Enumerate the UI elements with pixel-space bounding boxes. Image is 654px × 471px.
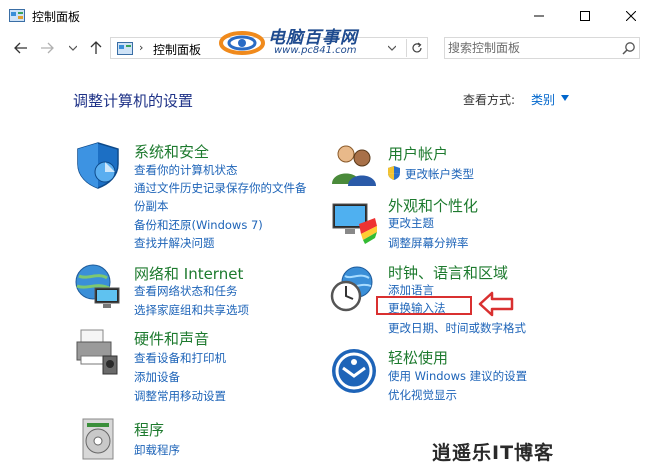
forward-button[interactable] xyxy=(36,38,58,58)
control-panel-icon xyxy=(9,9,25,22)
category-title-clock-region[interactable]: 时钟、语言和区域 xyxy=(388,262,508,283)
search-icon[interactable] xyxy=(621,41,637,57)
link-file-history-cont[interactable]: 份副本 xyxy=(134,198,169,214)
site-watermark-logo: 电脑百事网 www.pc841.com xyxy=(218,23,388,61)
category-title-system-security[interactable]: 系统和安全 xyxy=(134,141,209,162)
refresh-icon xyxy=(412,42,422,53)
ease-of-access-icon[interactable] xyxy=(329,346,379,396)
monitor-palette-icon[interactable] xyxy=(329,196,379,246)
link-change-account-type[interactable]: 更改帐户类型 xyxy=(405,166,474,182)
uac-shield-icon xyxy=(388,166,400,180)
link-add-device[interactable]: 添加设备 xyxy=(134,369,180,385)
maximize-button[interactable] xyxy=(562,0,608,31)
control-panel-icon xyxy=(117,42,133,55)
view-by-dropdown[interactable]: 类别 xyxy=(531,91,555,108)
close-button[interactable] xyxy=(608,0,654,31)
back-button[interactable] xyxy=(10,38,32,58)
link-uninstall-program[interactable]: 卸载程序 xyxy=(134,442,180,458)
search-box[interactable] xyxy=(444,37,640,59)
clock-globe-icon[interactable] xyxy=(329,264,379,314)
link-optimize-visual[interactable]: 优化视觉显示 xyxy=(388,387,457,403)
maximize-icon xyxy=(580,10,590,21)
category-title-programs[interactable]: 程序 xyxy=(134,419,164,440)
link-recommended-settings[interactable]: 使用 Windows 建议的设置 xyxy=(388,368,527,384)
blog-watermark-text: 逍遥乐IT博客 xyxy=(432,442,555,464)
page-title: 调整计算机的设置 xyxy=(73,92,194,110)
link-view-computer-status[interactable]: 查看你的计算机状态 xyxy=(134,162,238,178)
link-date-time-format[interactable]: 更改日期、时间或数字格式 xyxy=(388,320,526,336)
category-title-user-accounts[interactable]: 用户帐户 xyxy=(388,143,448,164)
link-screen-resolution[interactable]: 调整屏幕分辨率 xyxy=(388,235,469,251)
arrow-left-icon xyxy=(14,42,27,54)
category-title-appearance[interactable]: 外观和个性化 xyxy=(388,195,478,216)
chevron-down-icon xyxy=(388,45,396,51)
programs-disc-icon[interactable] xyxy=(73,413,123,463)
category-title-network[interactable]: 网络和 Internet xyxy=(134,263,243,284)
network-globe-icon[interactable] xyxy=(73,262,123,312)
breadcrumb-separator[interactable]: › xyxy=(139,41,143,54)
link-devices-printers[interactable]: 查看设备和打印机 xyxy=(134,350,226,366)
link-mobility-settings[interactable]: 调整常用移动设置 xyxy=(134,388,226,404)
window-title: 控制面板 xyxy=(32,10,81,24)
up-button[interactable] xyxy=(85,38,107,58)
category-title-hardware[interactable]: 硬件和声音 xyxy=(134,328,209,349)
search-input[interactable] xyxy=(448,40,608,56)
arrow-up-icon xyxy=(90,41,102,54)
link-network-status[interactable]: 查看网络状态和任务 xyxy=(134,283,238,299)
link-homegroup[interactable]: 选择家庭组和共享选项 xyxy=(134,302,249,318)
minimize-button[interactable] xyxy=(516,0,562,31)
chevron-down-icon xyxy=(69,45,77,51)
chevron-down-icon[interactable] xyxy=(561,95,569,101)
shield-icon[interactable] xyxy=(73,140,123,190)
users-icon[interactable] xyxy=(329,140,379,190)
link-file-history[interactable]: 通过文件历史记录保存你的文件备 xyxy=(134,180,307,196)
view-by-label: 查看方式: xyxy=(463,93,516,107)
arrow-right-icon xyxy=(41,42,54,54)
link-change-theme[interactable]: 更改主题 xyxy=(388,215,434,231)
recent-locations-button[interactable] xyxy=(62,38,84,58)
minimize-icon xyxy=(534,15,544,16)
arrow-left-annotation-icon xyxy=(478,291,514,317)
blog-watermark: 逍遥乐IT博客 xyxy=(432,438,642,466)
category-title-ease-of-access[interactable]: 轻松使用 xyxy=(388,347,448,368)
close-icon xyxy=(626,10,636,21)
link-troubleshoot[interactable]: 查找并解决问题 xyxy=(134,235,215,251)
swirl-logo-icon xyxy=(219,31,265,55)
site-url: www.pc841.com xyxy=(274,45,357,56)
link-backup-restore[interactable]: 备份和还原(Windows 7) xyxy=(134,217,263,233)
refresh-button[interactable] xyxy=(406,39,427,57)
highlight-box xyxy=(376,296,472,315)
breadcrumb-item[interactable]: 控制面板 xyxy=(153,41,201,58)
printer-icon[interactable] xyxy=(73,326,123,376)
